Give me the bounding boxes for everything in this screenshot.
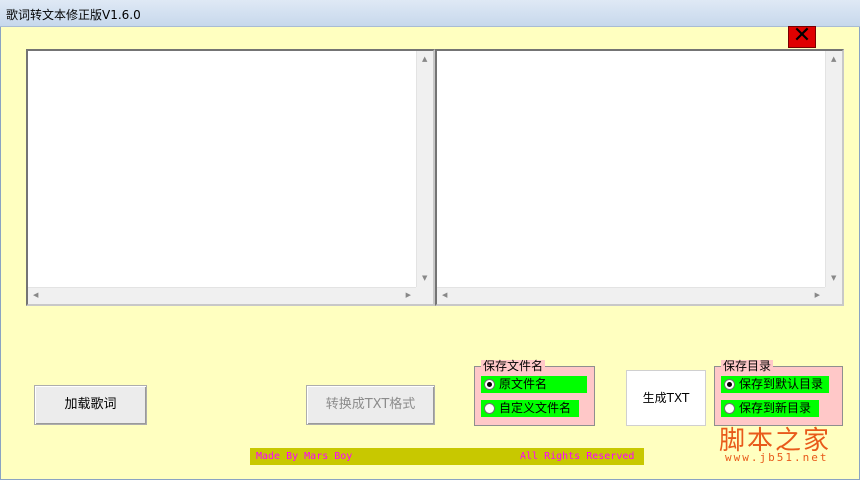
convert-to-txt-button[interactable]: 转换成TXT格式	[306, 385, 435, 425]
radio-unchecked-icon[interactable]	[484, 403, 495, 414]
generate-txt-button[interactable]: 生成TXT	[626, 370, 706, 426]
scroll-right-arrow-icon[interactable]: ▶	[406, 292, 411, 299]
close-x-icon: ✕	[792, 23, 812, 48]
directory-group-legend: 保存目录	[721, 359, 774, 373]
lyrics-input-textarea[interactable]: ▲ ▼ ◀ ▶	[26, 49, 435, 306]
radio-unchecked-icon[interactable]	[724, 403, 735, 414]
radio-label: 原文件名	[499, 377, 548, 391]
scroll-left-arrow-icon[interactable]: ◀	[442, 292, 447, 299]
scroll-up-arrow-icon[interactable]: ▲	[422, 56, 427, 63]
original-filename-radio[interactable]: 原文件名	[481, 376, 587, 393]
horizontal-scrollbar[interactable]: ◀ ▶	[28, 287, 416, 304]
title-bar: 歌词转文本修正版V1.6.0	[0, 0, 860, 27]
watermark-url: www.jb51.net	[725, 451, 829, 464]
footer-credit: Made By Mars Boy	[256, 451, 353, 462]
radio-checked-icon[interactable]	[484, 379, 495, 390]
default-directory-radio[interactable]: 保存到默认目录	[721, 376, 829, 393]
scroll-right-arrow-icon[interactable]: ▶	[815, 292, 820, 299]
horizontal-scrollbar[interactable]: ◀ ▶	[437, 287, 825, 304]
vertical-scrollbar[interactable]: ▲ ▼	[416, 51, 433, 287]
radio-label: 保存到新目录	[739, 401, 812, 415]
footer-credit-bar: Made By Mars Boy All Rights Reserved	[250, 448, 644, 465]
window-title: 歌词转文本修正版V1.6.0	[6, 8, 141, 22]
vertical-scrollbar[interactable]: ▲ ▼	[825, 51, 842, 287]
scroll-up-arrow-icon[interactable]: ▲	[831, 56, 836, 63]
load-lyrics-button[interactable]: 加载歌词	[34, 385, 147, 425]
custom-filename-radio[interactable]: 自定义文件名	[481, 400, 579, 417]
new-directory-radio[interactable]: 保存到新目录	[721, 400, 819, 417]
footer-rights: All Rights Reserved	[520, 451, 635, 462]
filename-group-legend: 保存文件名	[481, 359, 546, 373]
scroll-corner	[416, 287, 433, 304]
scroll-corner	[825, 287, 842, 304]
radio-checked-icon[interactable]	[724, 379, 735, 390]
close-button[interactable]: ✕	[788, 23, 816, 48]
scroll-down-arrow-icon[interactable]: ▼	[831, 275, 836, 282]
radio-label: 自定义文件名	[499, 401, 572, 415]
text-output-textarea[interactable]: ▲ ▼ ◀ ▶	[435, 49, 844, 306]
scroll-left-arrow-icon[interactable]: ◀	[33, 292, 38, 299]
radio-label: 保存到默认目录	[739, 377, 824, 391]
scroll-down-arrow-icon[interactable]: ▼	[422, 275, 427, 282]
